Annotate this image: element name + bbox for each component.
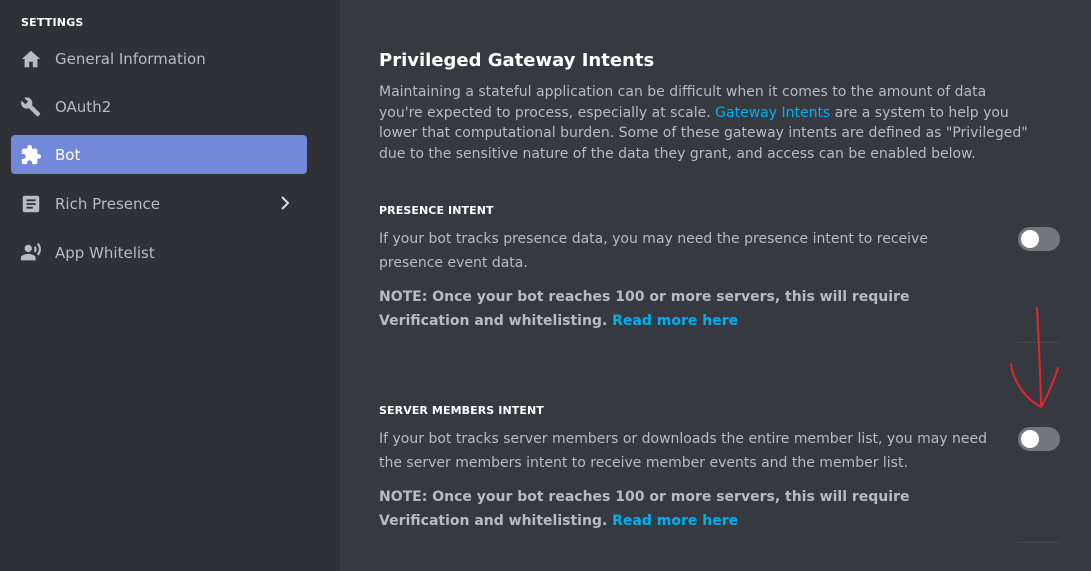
sidebar-item-label: Rich Presence	[55, 194, 160, 213]
sidebar-item-label: General Information	[55, 49, 206, 68]
sidebar-item-app-whitelist[interactable]: App Whitelist	[11, 233, 307, 272]
document-icon	[20, 193, 42, 215]
server-members-intent-title: SERVER MEMBERS INTENT	[379, 404, 544, 417]
sidebar-item-label: App Whitelist	[55, 243, 155, 262]
toggle-knob	[1021, 430, 1039, 448]
sidebar-item-label: OAuth2	[55, 97, 112, 116]
sidebar-item-oauth2[interactable]: OAuth2	[11, 87, 307, 126]
intro-text: Maintaining a stateful application can b…	[379, 84, 1028, 162]
home-icon	[20, 48, 42, 70]
wrench-icon	[20, 96, 42, 118]
server-members-intent-note: NOTE: Once your bot reaches 100 or more …	[379, 489, 910, 529]
user-list-icon	[20, 242, 42, 264]
read-more-link[interactable]: Read more here	[612, 313, 738, 329]
sidebar-item-label: Bot	[55, 145, 81, 164]
sidebar-item-general-information[interactable]: General Information	[11, 39, 307, 78]
toggle-knob	[1021, 230, 1039, 248]
sidebar-heading: SETTINGS	[21, 16, 84, 29]
presence-intent-toggle[interactable]	[1018, 227, 1060, 251]
main-content: Privileged Gateway Intents Maintaining a…	[340, 0, 1091, 571]
settings-sidebar: SETTINGS General Information OAuth2 Bot …	[0, 0, 340, 571]
page-title: Privileged Gateway Intents	[379, 50, 655, 71]
gateway-intents-link[interactable]: Gateway Intents	[715, 105, 830, 121]
sidebar-item-rich-presence[interactable]: Rich Presence	[11, 184, 307, 223]
puzzle-icon	[20, 144, 42, 166]
presence-intent-note: NOTE: Once your bot reaches 100 or more …	[379, 289, 910, 329]
section-divider	[1018, 542, 1060, 543]
presence-intent-title: PRESENCE INTENT	[379, 204, 494, 217]
chevron-right-icon	[281, 196, 290, 210]
presence-intent-description: If your bot tracks presence data, you ma…	[379, 231, 928, 271]
server-members-intent-description: If your bot tracks server members or dow…	[379, 431, 988, 471]
section-divider	[1018, 342, 1060, 343]
read-more-link[interactable]: Read more here	[612, 513, 738, 529]
sidebar-item-bot[interactable]: Bot	[11, 135, 307, 174]
server-members-intent-toggle[interactable]	[1018, 427, 1060, 451]
